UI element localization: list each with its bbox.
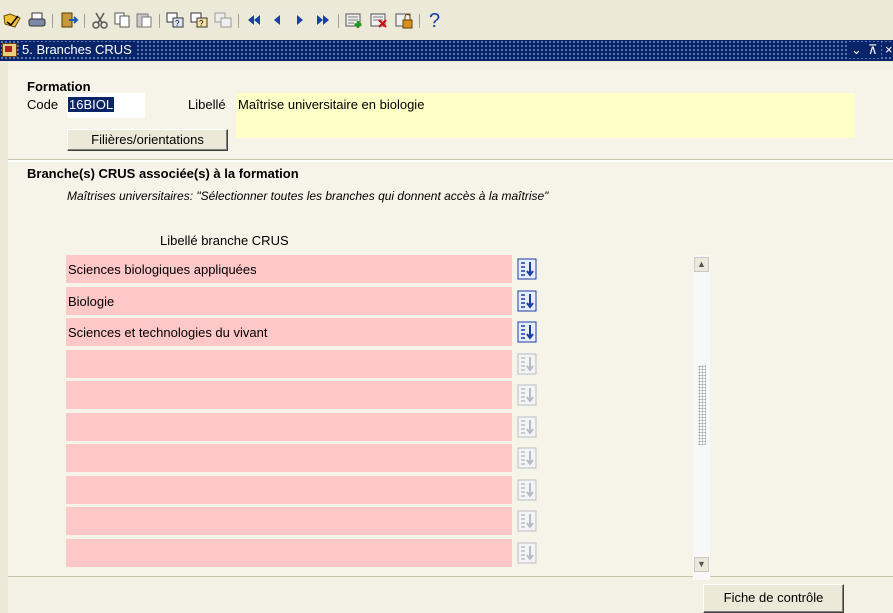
branch-row-field[interactable] [66,444,512,472]
open-folder-icon[interactable] [1,10,23,30]
minimize-button[interactable]: ⌄ [848,42,865,58]
branches-note: Maîtrises universitaires: "Sélectionner … [67,189,549,203]
help-icon[interactable]: ? [424,10,446,30]
vertical-scrollbar[interactable]: ▲ ▼ [693,255,710,580]
previous-record-icon[interactable] [266,10,288,30]
toolbar-separator [52,14,53,28]
list-of-values-icon[interactable] [516,478,538,502]
clear-field-icon[interactable] [212,10,234,30]
maximize-button[interactable]: ⊼ [865,42,881,58]
branch-row-field[interactable] [66,539,512,567]
libelle-value: Maîtrise universitaire en biologie [238,97,425,112]
svg-text:?: ? [199,19,204,28]
branch-row-field[interactable] [66,413,512,441]
svg-text:?: ? [175,19,180,28]
copy-icon[interactable] [111,10,133,30]
fiche-de-controle-button[interactable]: Fiche de contrôle [703,584,844,613]
exit-icon[interactable] [58,10,80,30]
list-of-values-icon[interactable] [516,383,538,407]
window-title-bar: 5. Branches CRUS ⌄ ⊼ × [0,40,893,61]
branch-row-label: Sciences biologiques appliquées [68,262,257,277]
print-icon[interactable] [26,10,48,30]
list-of-values-icon[interactable] [516,446,538,470]
copy-field-icon[interactable]: ? [164,10,186,30]
list-of-values-icon[interactable] [516,320,538,344]
branch-row-label: Biologie [68,294,115,309]
code-value: 16BIOL [68,97,115,112]
last-record-icon[interactable] [312,10,334,30]
code-label: Code [27,97,59,112]
paste-field-icon[interactable]: ? [188,10,210,30]
paste-icon[interactable] [133,10,155,30]
branch-row-field[interactable]: Sciences et technologies du vivant [66,318,512,346]
next-record-icon[interactable] [289,10,311,30]
branch-row-field[interactable]: Biologie [66,287,512,315]
toolbar-separator [238,14,239,28]
scroll-up-icon[interactable]: ▲ [694,257,709,272]
close-button[interactable]: × [882,42,893,57]
toolbar-separator [419,14,420,28]
delete-record-icon[interactable] [368,10,390,30]
list-of-values-icon[interactable] [516,257,538,281]
first-record-icon[interactable] [243,10,265,30]
toolbar-separator [159,14,160,28]
branch-row-field[interactable] [66,507,512,535]
lock-record-icon[interactable] [393,10,415,30]
insert-record-icon[interactable] [343,10,365,30]
app-icon [2,43,17,57]
window-title: 5. Branches CRUS [20,42,136,57]
column-header-libelle-branche: Libellé branche CRUS [160,233,289,248]
list-of-values-icon[interactable] [516,509,538,533]
list-of-values-icon[interactable] [516,541,538,565]
toolbar-separator [338,14,339,28]
list-of-values-icon[interactable] [516,289,538,313]
filieres-orientations-button[interactable]: Filières/orientations [67,129,228,151]
branch-row-label: Sciences et technologies du vivant [68,325,268,340]
branch-row-field[interactable] [66,476,512,504]
list-of-values-icon[interactable] [516,352,538,376]
svg-text:?: ? [429,10,440,30]
branch-row-field[interactable] [66,350,512,378]
toolbar: ? ? ? [0,0,893,38]
toolbar-separator [84,14,85,28]
scroll-down-icon[interactable]: ▼ [694,557,709,572]
formation-heading: Formation [27,79,91,94]
branch-row-field[interactable]: Sciences biologiques appliquées [66,255,512,283]
branches-heading: Branche(s) CRUS associée(s) à la formati… [27,166,299,181]
cut-icon[interactable] [89,10,111,30]
branch-row-field[interactable] [66,381,512,409]
libelle-field[interactable]: Maîtrise universitaire en biologie [236,93,855,138]
list-of-values-icon[interactable] [516,415,538,439]
libelle-label: Libellé [188,97,226,112]
scroll-grip[interactable] [698,365,706,445]
code-field[interactable]: 16BIOL [67,93,145,118]
